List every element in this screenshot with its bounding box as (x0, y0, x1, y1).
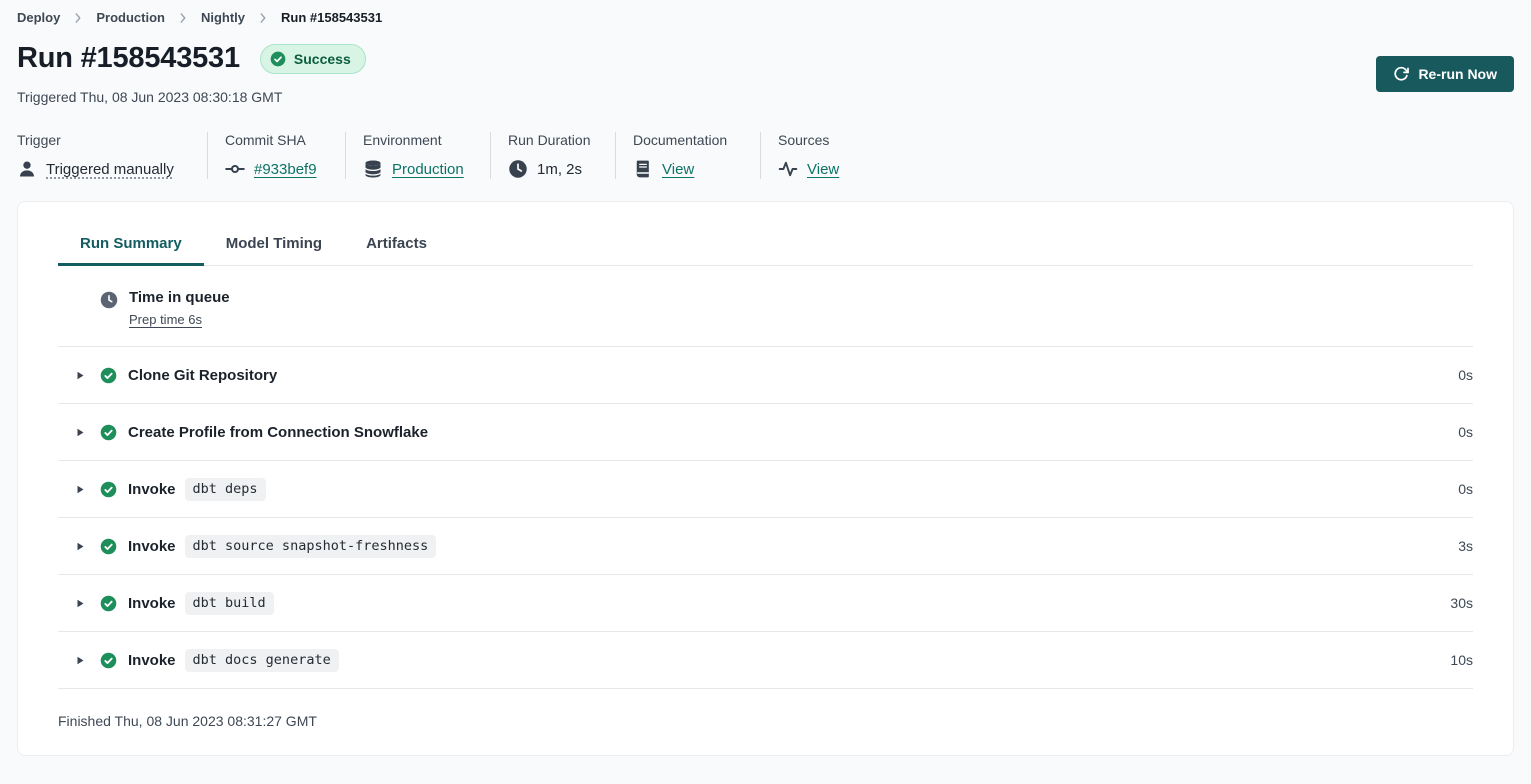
step-label: Invoke (128, 595, 176, 612)
step-row-dbt-build[interactable]: Invoke dbt build 30s (58, 575, 1473, 632)
expand-triangle-icon[interactable] (74, 596, 86, 611)
run-meta-strip: Trigger Triggered manually Commit SHA #9… (17, 132, 1531, 179)
tab-model-timing[interactable]: Model Timing (204, 226, 344, 266)
meta-label: Environment (363, 132, 472, 148)
step-label: Invoke (128, 481, 176, 498)
chevron-right-icon (256, 11, 270, 25)
title-row: Run #158543531 Success (17, 42, 1531, 75)
meta-label: Documentation (633, 132, 742, 148)
refresh-icon (1393, 66, 1409, 82)
step-label: Invoke (128, 652, 176, 669)
rerun-now-label: Re-run Now (1418, 66, 1497, 82)
person-icon (17, 159, 37, 179)
breadcrumb-item-production[interactable]: Production (96, 10, 165, 25)
tab-bar: Run Summary Model Timing Artifacts (58, 202, 1473, 266)
step-duration: 0s (1458, 367, 1473, 383)
step-label: Create Profile from Connection Snowflake (128, 424, 428, 441)
breadcrumb-current-run: Run #158543531 (281, 10, 382, 25)
command-chip: dbt source snapshot-freshness (185, 535, 437, 558)
tab-run-summary[interactable]: Run Summary (58, 226, 204, 266)
meta-environment: Environment Production (345, 132, 490, 179)
step-duration: 0s (1458, 424, 1473, 440)
step-row-docs-generate[interactable]: Invoke dbt docs generate 10s (58, 632, 1473, 689)
success-check-icon (100, 538, 117, 555)
command-chip: dbt build (185, 592, 274, 615)
database-icon (363, 159, 383, 179)
meta-label: Run Duration (508, 132, 597, 148)
success-check-icon (100, 595, 117, 612)
clock-icon (508, 159, 528, 179)
status-badge-label: Success (294, 51, 351, 67)
meta-sources: Sources View (760, 132, 880, 179)
success-check-icon (100, 424, 117, 441)
check-circle-icon (270, 51, 286, 67)
rerun-now-button[interactable]: Re-run Now (1376, 56, 1514, 92)
breadcrumb-item-deploy[interactable]: Deploy (17, 10, 60, 25)
expand-triangle-icon[interactable] (74, 368, 86, 383)
chevron-right-icon (176, 11, 190, 25)
breadcrumb-item-nightly[interactable]: Nightly (201, 10, 245, 25)
command-chip: dbt deps (185, 478, 266, 501)
meta-trigger: Trigger Triggered manually (17, 132, 207, 179)
clock-icon (100, 291, 118, 309)
step-duration: 10s (1450, 652, 1473, 668)
meta-commit-sha: Commit SHA #933bef9 (207, 132, 345, 179)
success-check-icon (100, 481, 117, 498)
step-duration: 0s (1458, 481, 1473, 497)
meta-label: Sources (778, 132, 862, 148)
expand-triangle-icon[interactable] (74, 539, 86, 554)
tab-artifacts[interactable]: Artifacts (344, 226, 449, 266)
command-chip: dbt docs generate (185, 649, 339, 672)
commit-sha-link[interactable]: #933bef9 (254, 161, 317, 178)
breadcrumb: Deploy Production Nightly Run #158543531 (0, 0, 1531, 25)
success-check-icon (100, 367, 117, 384)
step-label: Invoke (128, 538, 176, 555)
run-duration-value: 1m, 2s (537, 161, 582, 178)
meta-label: Trigger (17, 132, 189, 148)
git-commit-icon (225, 159, 245, 179)
book-icon (633, 159, 653, 179)
trigger-value: Triggered manually (46, 161, 174, 178)
meta-run-duration: Run Duration 1m, 2s (490, 132, 615, 179)
documentation-view-link[interactable]: View (662, 161, 694, 178)
success-check-icon (100, 652, 117, 669)
meta-documentation: Documentation View (615, 132, 760, 179)
step-row-create-profile[interactable]: Create Profile from Connection Snowflake… (58, 404, 1473, 461)
run-detail-card: Run Summary Model Timing Artifacts Time … (17, 201, 1514, 756)
pulse-icon (778, 159, 798, 179)
page-title: Run #158543531 (17, 42, 240, 75)
meta-label: Commit SHA (225, 132, 327, 148)
sources-view-link[interactable]: View (807, 161, 839, 178)
status-badge: Success (260, 44, 366, 74)
step-row-dbt-deps[interactable]: Invoke dbt deps 0s (58, 461, 1473, 518)
time-in-queue-section: Time in queue Prep time 6s (58, 266, 1473, 347)
triggered-timestamp: Triggered Thu, 08 Jun 2023 08:30:18 GMT (17, 89, 1531, 105)
step-row-snapshot-freshness[interactable]: Invoke dbt source snapshot-freshness 3s (58, 518, 1473, 575)
step-duration: 30s (1450, 595, 1473, 611)
chevron-right-icon (71, 11, 85, 25)
prep-time-link[interactable]: Prep time 6s (129, 312, 202, 327)
expand-triangle-icon[interactable] (74, 653, 86, 668)
step-row-clone-git[interactable]: Clone Git Repository 0s (58, 347, 1473, 404)
expand-triangle-icon[interactable] (74, 482, 86, 497)
time-in-queue-title: Time in queue (129, 289, 230, 306)
environment-link[interactable]: Production (392, 161, 464, 178)
step-label: Clone Git Repository (128, 367, 277, 384)
expand-triangle-icon[interactable] (74, 425, 86, 440)
finished-timestamp: Finished Thu, 08 Jun 2023 08:31:27 GMT (58, 689, 1473, 753)
step-duration: 3s (1458, 538, 1473, 554)
